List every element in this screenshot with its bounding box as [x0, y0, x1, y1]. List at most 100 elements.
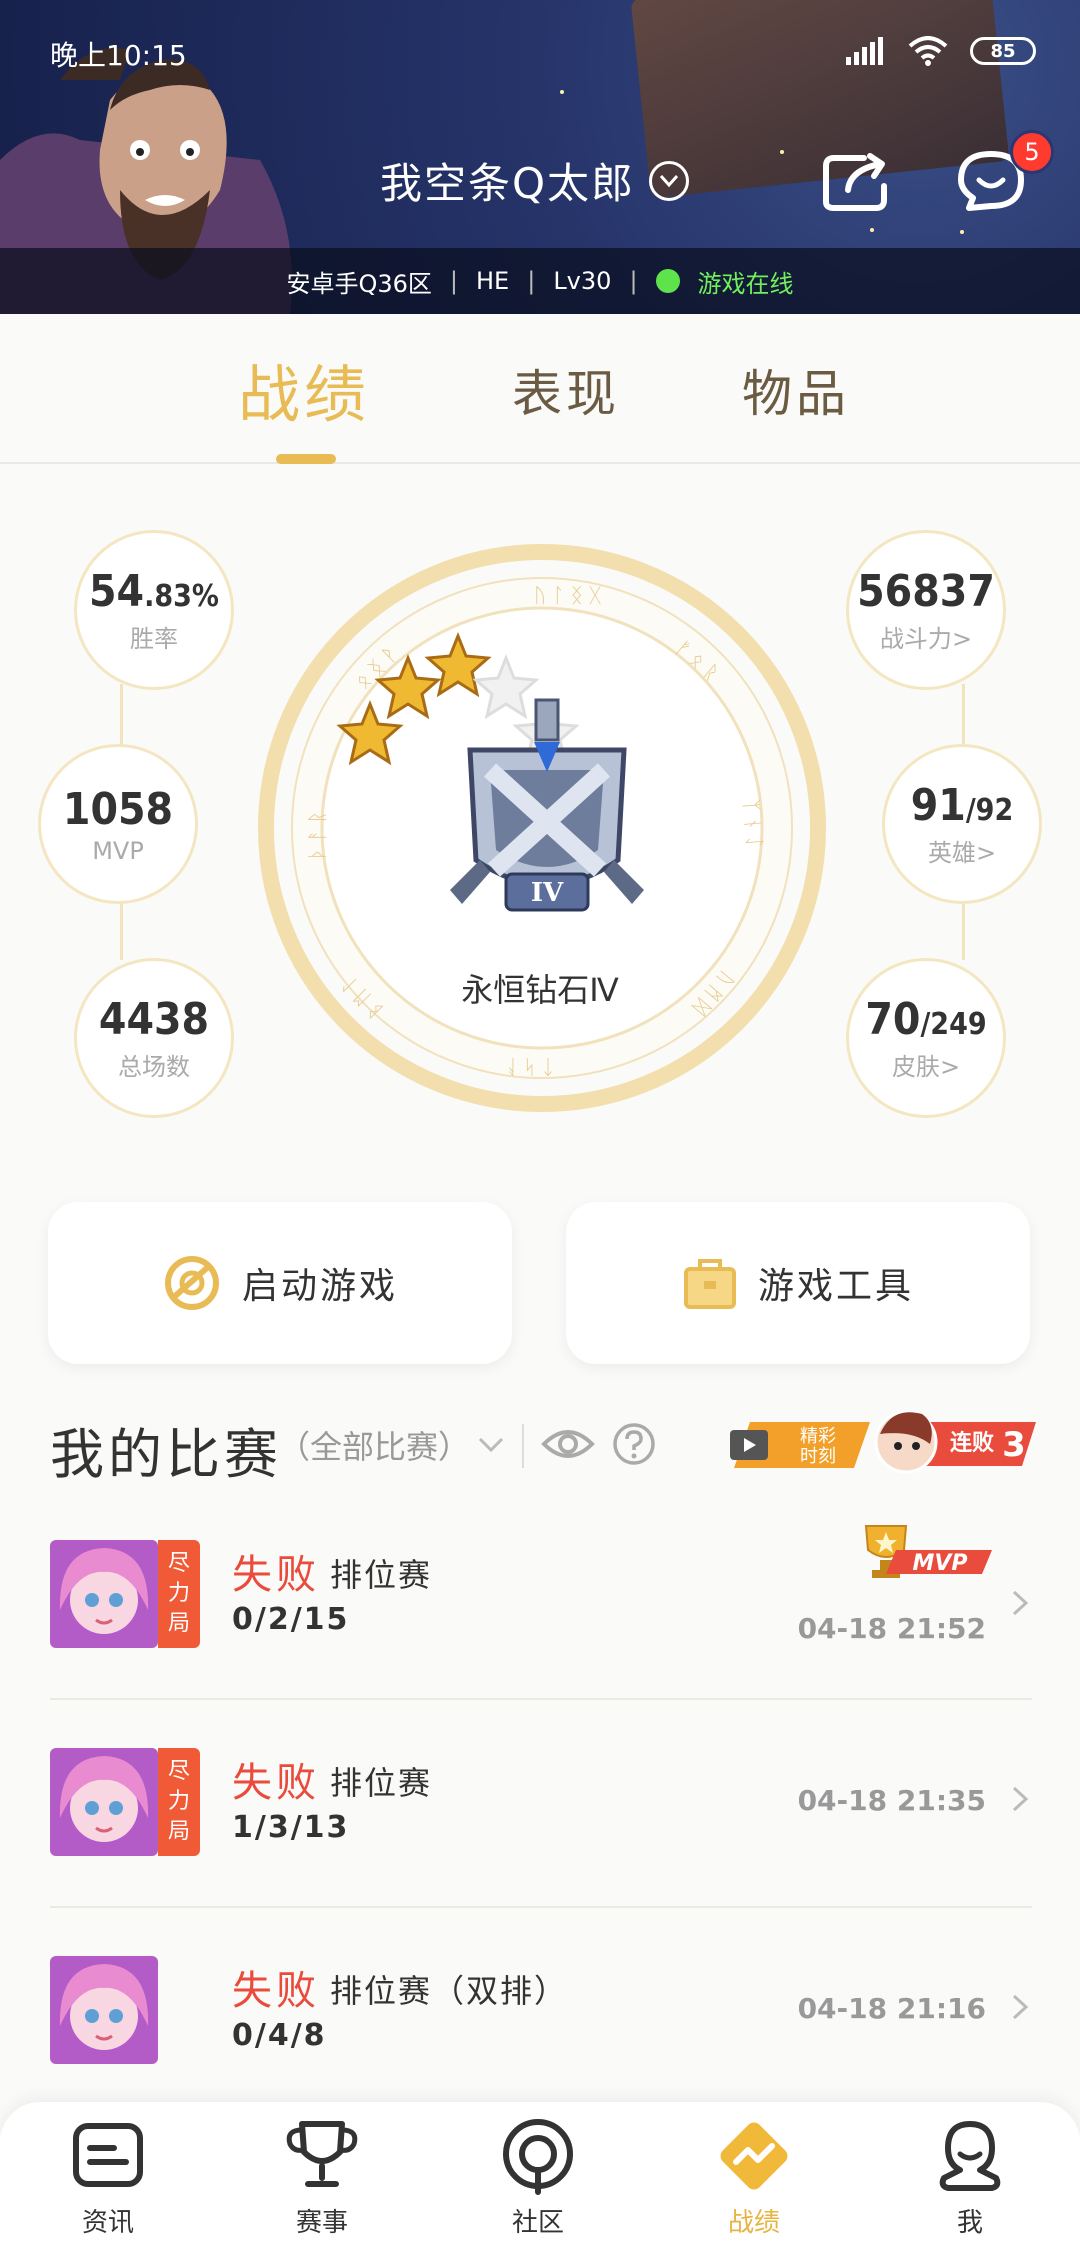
active-tab-indicator	[276, 454, 336, 464]
nav-news-label: 资讯	[81, 2208, 134, 2238]
trophy-icon	[286, 2121, 358, 2187]
match-kda: 0/4/8	[232, 2018, 327, 2053]
match-mode: 排位赛	[330, 1556, 433, 1594]
match-result: 失败	[232, 1760, 320, 1806]
launch-icon	[164, 1256, 219, 1310]
hero-avatar	[50, 1540, 158, 1648]
heroes-total: /92	[965, 793, 1014, 828]
star-decoration	[960, 230, 964, 234]
skins-label: 皮肤	[891, 1053, 940, 1081]
game-tools-button[interactable]: 游戏工具	[566, 1202, 1030, 1364]
svg-text:精彩: 精彩	[800, 1426, 836, 1447]
svg-text:ᚢ ᛚ ᛝ ᚷ: ᚢ ᛚ ᛝ ᚷ	[534, 583, 601, 607]
chevron-right-icon	[1012, 1786, 1029, 1812]
nav-events-label: 赛事	[295, 2208, 348, 2238]
separator: |	[449, 267, 458, 295]
svg-text:连败: 连败	[950, 1430, 994, 1456]
chevron-right-icon	[1012, 1994, 1029, 2020]
mvp-count: 1058	[62, 783, 174, 835]
nav-news[interactable]: 资讯	[48, 2116, 168, 2246]
community-icon	[503, 2119, 573, 2195]
hero-avatar	[50, 1748, 158, 1856]
help-icon[interactable]	[612, 1422, 656, 1466]
chevron-right-icon	[1012, 1590, 1029, 1616]
rank-emblem[interactable]: ᚢ ᛚ ᛝ ᚷ ᚠ ᛟ ᚱ ᛉ ᚾ ᛇ ᚢ ᛗ ᛞ ᛏ ᛋ ᚨ ᛒ ᛖ ᛚ ᚦ …	[254, 540, 830, 1116]
tab-record[interactable]: 战绩	[238, 344, 370, 434]
match-result: 失败	[232, 1552, 320, 1598]
mvp-label: MVP	[92, 836, 144, 865]
launch-game-label: 启动游戏	[241, 1266, 398, 1307]
chevron-right-icon: >	[951, 625, 973, 653]
message-badge: 5	[1010, 130, 1054, 174]
match-filter-label: （全部比赛）	[278, 1428, 471, 1466]
tab-performance[interactable]: 表现	[512, 354, 620, 426]
svg-text:ᛏ ᛋ ᚨ: ᛏ ᛋ ᚨ	[505, 1055, 554, 1079]
username: 我空条Q太郎	[380, 159, 636, 208]
bottom-navigation: 资讯 赛事 社区 战绩 我	[0, 2102, 1080, 2248]
nav-community[interactable]: 社区	[478, 2116, 598, 2246]
battery-indicator: 85	[970, 37, 1036, 65]
win-rate-label: 胜率	[130, 625, 178, 653]
rank-name: 永恒钻石Ⅳ	[461, 971, 619, 1009]
highlight-moments-badge[interactable]: 精彩 时刻	[730, 1418, 870, 1472]
match-row[interactable]: 失败 排位赛（双排） 0/4/8 04-18 21:16	[50, 1928, 1032, 2118]
nav-me[interactable]: 我	[910, 2116, 1030, 2246]
win-rate-decimal: .83%	[144, 579, 219, 614]
nav-record[interactable]: 战绩	[694, 2116, 814, 2246]
win-rate-value: 54	[89, 566, 145, 617]
username-switcher[interactable]: 我空条Q太郎	[380, 150, 690, 211]
player-info-bar: 安卓手Q36区 | HE | Lv30 | 游戏在线	[0, 248, 1080, 314]
power-value: 56837	[857, 566, 995, 617]
match-row[interactable]: 尽力局 失败 排位赛 1/3/13 04-18 21:35	[50, 1720, 1032, 1910]
stat-total-games: 4438 总场数	[74, 958, 234, 1118]
separator: |	[629, 267, 638, 295]
nav-record-label: 战绩	[727, 2208, 780, 2238]
tab-bar: 战绩 表现 物品	[0, 314, 1080, 464]
losing-streak-badge[interactable]: 连败 3	[872, 1404, 1036, 1474]
total-games-value: 4438	[98, 994, 210, 1045]
chevron-down-icon	[478, 1437, 504, 1453]
match-mode: 排位赛（双排）	[330, 1972, 569, 2010]
launch-game-button[interactable]: 启动游戏	[48, 1202, 512, 1364]
stat-heroes[interactable]: 91/92 英雄>	[882, 744, 1042, 904]
profile-header: 晚上10:15 85 我空条Q太郎 5 安卓手Q36区 | HE | Lv30 …	[0, 0, 1080, 314]
online-status-dot	[655, 269, 680, 293]
match-time: 04-18 21:35	[797, 1784, 986, 1817]
nav-events[interactable]: 赛事	[262, 2116, 382, 2246]
effort-tag: 尽力局	[158, 1748, 200, 1856]
online-status-text: 游戏在线	[697, 269, 794, 298]
signal-icon	[846, 37, 883, 65]
match-mode: 排位赛	[330, 1764, 433, 1802]
svg-text:ᛉ ᚾ ᛇ: ᛉ ᚾ ᛇ	[739, 798, 767, 849]
match-row[interactable]: 尽力局 失败 排位赛 0/2/15 MVP 04-18 21:52	[50, 1512, 1032, 1702]
tab-items[interactable]: 物品	[742, 354, 850, 426]
game-tools-label: 游戏工具	[757, 1266, 914, 1307]
server-name: 安卓手Q36区	[286, 269, 432, 298]
match-kda: 1/3/13	[232, 1810, 350, 1845]
divider	[50, 1906, 1032, 1908]
hero-avatar	[50, 1956, 158, 2064]
svg-text:ᚦ ᚨ ᚱ: ᚦ ᚨ ᚱ	[305, 811, 329, 860]
stat-skins[interactable]: 70/249 皮肤>	[846, 958, 1006, 1118]
total-games-label: 总场数	[118, 1053, 190, 1081]
status-time: 晚上10:15	[50, 39, 187, 72]
match-time: 04-18 21:16	[797, 1992, 986, 2025]
stat-power[interactable]: 56837 战斗力>	[846, 530, 1006, 690]
skins-total: /249	[920, 1007, 987, 1042]
nav-me-label: 我	[956, 2208, 983, 2238]
mvp-trophy-badge: MVP	[864, 1525, 992, 1578]
star-decoration	[870, 228, 874, 232]
heroes-owned: 91	[910, 780, 966, 831]
match-filter-dropdown[interactable]: （全部比赛）	[278, 1422, 504, 1468]
match-kda: 0/2/15	[232, 1602, 350, 1637]
match-result: 失败	[232, 1968, 320, 2014]
stat-connector	[962, 900, 965, 960]
effort-tag: 尽力局	[158, 1540, 200, 1648]
chevron-down-icon	[649, 160, 690, 201]
eye-icon[interactable]	[540, 1420, 596, 1468]
share-icon[interactable]	[820, 150, 896, 214]
guild-name: HE	[476, 267, 510, 295]
nav-community-label: 社区	[511, 2208, 564, 2238]
user-icon	[939, 2121, 1001, 2191]
wifi-icon	[908, 36, 948, 66]
